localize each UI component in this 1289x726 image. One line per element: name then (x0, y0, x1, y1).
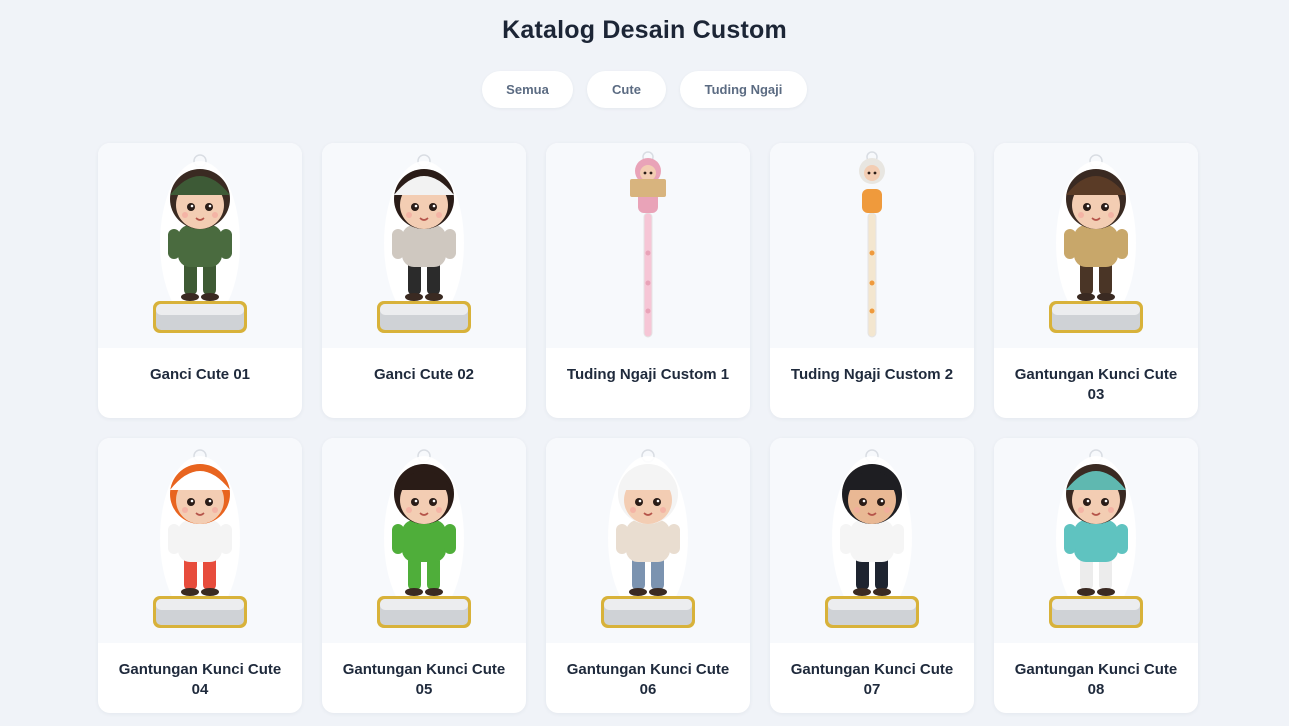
product-name: Tuding Ngaji Custom 1 (566, 366, 730, 383)
product-card[interactable]: Tuding Ngaji Custom 1 (546, 143, 750, 418)
product-name: Gantungan Kunci Cute 05 (342, 661, 506, 698)
product-name: Gantungan Kunci Cute 03 (1014, 366, 1178, 403)
product-image (546, 143, 750, 348)
product-image (98, 438, 302, 643)
product-card[interactable]: Ganci Cute 01 (98, 143, 302, 418)
product-name: Gantungan Kunci Cute 07 (790, 661, 954, 698)
nurse-keychain-icon (153, 449, 247, 628)
product-card[interactable]: Gantungan Kunci Cute 08 (994, 438, 1198, 713)
product-card[interactable]: Ganci Cute 02 (322, 143, 526, 418)
filter-chip-cute[interactable]: Cute (587, 71, 666, 108)
product-image (994, 438, 1198, 643)
helmet-girl-keychain-icon (601, 449, 695, 628)
product-card[interactable]: Gantungan Kunci Cute 07 (770, 438, 974, 713)
product-card[interactable]: Gantungan Kunci Cute 05 (322, 438, 526, 713)
pink-hijab-pointer-icon (630, 151, 666, 338)
product-image (994, 143, 1198, 348)
soldier-keychain-icon (153, 154, 247, 333)
product-image (322, 143, 526, 348)
product-name: Ganci Cute 01 (149, 366, 251, 383)
product-name: Ganci Cute 02 (373, 366, 475, 383)
product-image (322, 438, 526, 643)
police-girl-keychain-icon (377, 154, 471, 333)
product-card[interactable]: Gantungan Kunci Cute 04 (98, 438, 302, 713)
product-image (546, 438, 750, 643)
product-name: Gantungan Kunci Cute 04 (118, 661, 282, 698)
product-grid: Ganci Cute 01 Ganci Cute 02 Tuding Ngaji… (98, 143, 1198, 713)
filter-chip-tuding-ngaji[interactable]: Tuding Ngaji (680, 71, 807, 108)
headphone-girl-keychain-icon (1049, 449, 1143, 628)
page-title: Katalog Desain Custom (502, 16, 787, 44)
product-name: Gantungan Kunci Cute 08 (1014, 661, 1178, 698)
filter-bar: Semua Cute Tuding Ngaji (0, 71, 1289, 108)
police-officer-keychain-icon (1049, 154, 1143, 333)
catalog-page: Katalog Desain Custom Semua Cute Tuding … (0, 0, 1289, 726)
product-image (98, 143, 302, 348)
product-image (770, 143, 974, 348)
product-image (770, 438, 974, 643)
filter-chip-semua[interactable]: Semua (482, 71, 573, 108)
product-card[interactable]: Gantungan Kunci Cute 06 (546, 438, 750, 713)
pilot-boy-keychain-icon (825, 449, 919, 628)
product-name: Gantungan Kunci Cute 06 (566, 661, 730, 698)
product-card[interactable]: Gantungan Kunci Cute 03 (994, 143, 1198, 418)
product-card[interactable]: Tuding Ngaji Custom 2 (770, 143, 974, 418)
product-name: Tuding Ngaji Custom 2 (790, 366, 954, 383)
green-hijab-pointer-icon (859, 151, 885, 338)
skater-girl-keychain-icon (377, 449, 471, 628)
